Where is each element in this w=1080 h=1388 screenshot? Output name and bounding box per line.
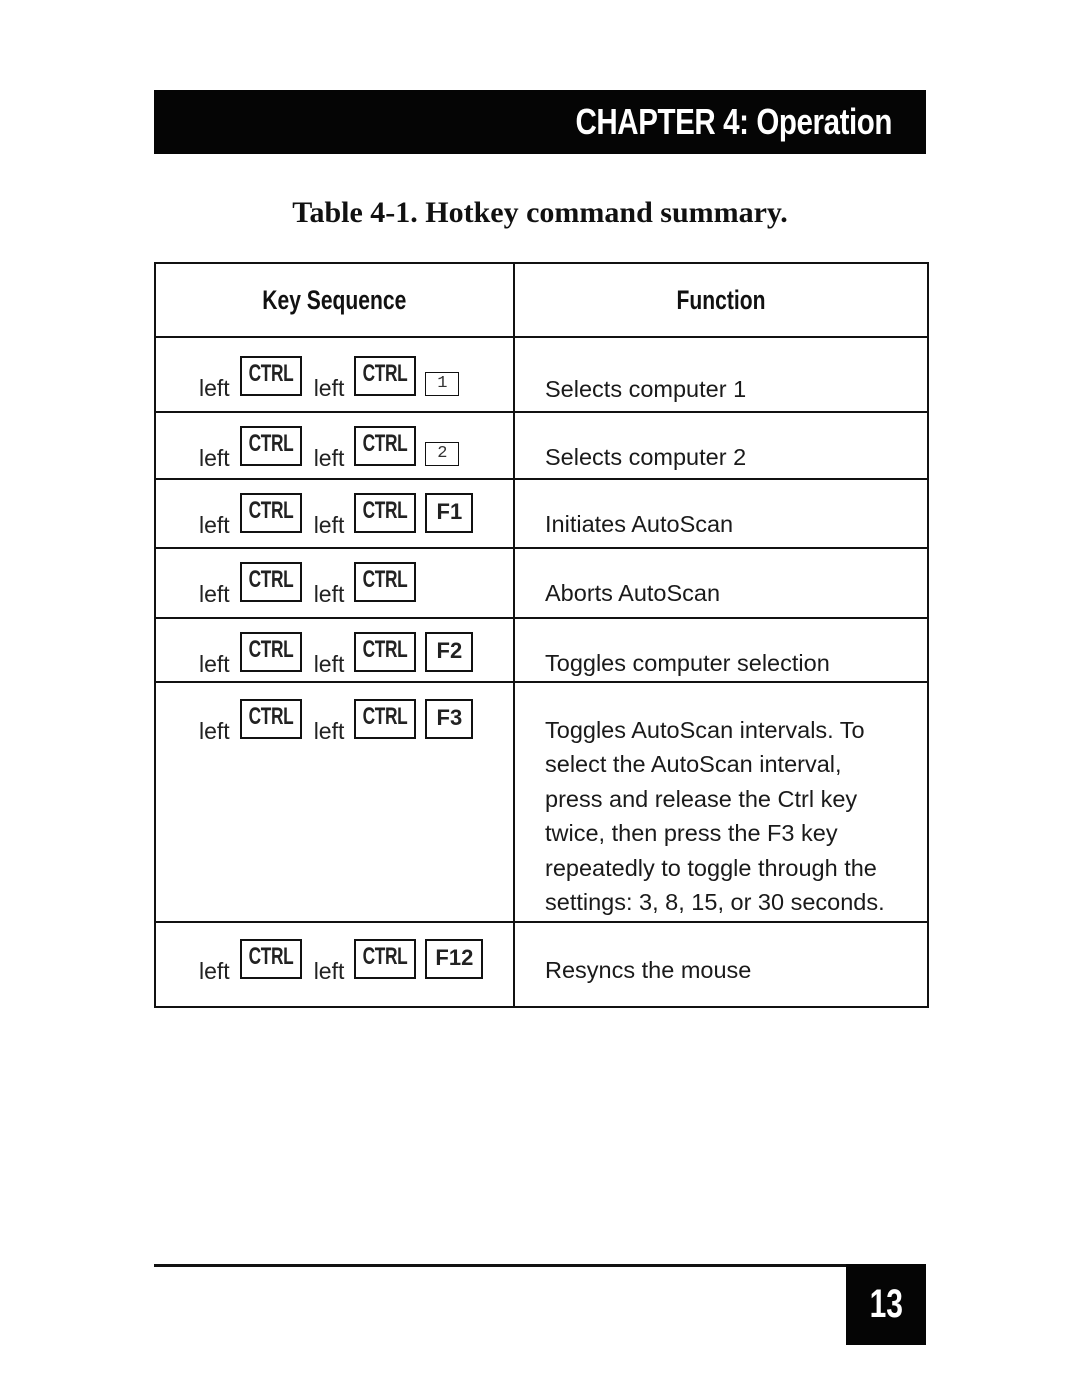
- function-description: Toggles AutoScan intervals. To select th…: [515, 683, 927, 919]
- key-label: CTRL: [363, 636, 408, 663]
- function-cell: Selects computer 2: [513, 411, 929, 480]
- description-line: select the AutoScan interval,: [545, 751, 842, 778]
- ctrl-key-icon: CTRL: [239, 356, 302, 396]
- f3-key-icon: F3: [425, 699, 474, 739]
- key-label: CTRL: [248, 497, 294, 524]
- modifier-side-label: left: [313, 958, 345, 984]
- table-row: left CTRL left CTRL F2 Toggles computer …: [154, 617, 929, 683]
- key-label: CTRL: [363, 497, 408, 524]
- column-header-label: Key Sequence: [262, 284, 407, 315]
- function-cell: Resyncs the mouse: [513, 921, 929, 1008]
- modifier-side-label: left: [199, 512, 230, 538]
- ctrl-key-icon: CTRL: [239, 939, 302, 979]
- key-sequence-cell: left CTRL left CTRL F2: [154, 617, 515, 683]
- key-sequence-cell: left CTRL left CTRL F12: [154, 921, 515, 1008]
- f2-key-icon: F2: [425, 632, 474, 672]
- modifier-side-label: left: [313, 581, 345, 607]
- ctrl-key-icon: CTRL: [354, 426, 417, 466]
- function-description: Selects computer 1: [545, 376, 747, 402]
- key-label: CTRL: [248, 703, 294, 730]
- key-label: CTRL: [248, 636, 294, 663]
- modifier-side-label: left: [313, 445, 345, 471]
- function-description: Aborts AutoScan: [545, 580, 721, 606]
- ctrl-key-icon: CTRL: [239, 632, 302, 672]
- ctrl-key-icon: CTRL: [354, 493, 417, 533]
- table-row: left CTRL left CTRL F1 Initiates AutoSca…: [154, 478, 929, 549]
- modifier-side-label: left: [313, 718, 345, 744]
- key-label: CTRL: [363, 943, 408, 970]
- description-line: twice, then press the F3 key: [545, 820, 838, 847]
- ctrl-key-icon: CTRL: [354, 939, 417, 979]
- modifier-side-label: left: [199, 375, 230, 401]
- modifier-side-label: left: [199, 445, 230, 471]
- number-key-2-icon: 2: [425, 442, 460, 466]
- modifier-side-label: left: [313, 651, 345, 677]
- number-key-1-icon: 1: [425, 372, 460, 396]
- table-header-row: Key Sequence Function: [154, 262, 929, 338]
- description-line: press and release the Ctrl key: [545, 785, 858, 812]
- key-label: CTRL: [363, 566, 408, 593]
- key-sequence-cell: left CTRL left CTRL 2: [154, 411, 515, 480]
- function-cell: Aborts AutoScan: [513, 547, 929, 619]
- function-cell: Initiates AutoScan: [513, 478, 929, 549]
- function-description: Initiates AutoScan: [545, 511, 734, 537]
- key-sequence-cell: left CTRL left CTRL F3: [154, 681, 515, 923]
- key-label: CTRL: [363, 703, 408, 730]
- ctrl-key-icon: CTRL: [354, 356, 417, 396]
- ctrl-key-icon: CTRL: [354, 699, 417, 739]
- ctrl-key-icon: CTRL: [354, 632, 417, 672]
- key-sequence-cell: left CTRL left CTRL F1: [154, 478, 515, 549]
- modifier-side-label: left: [199, 651, 230, 677]
- function-cell: Toggles AutoScan intervals. To select th…: [513, 681, 929, 923]
- table-row: left CTRL left CTRL 1 Selects computer 1: [154, 336, 929, 413]
- key-label: CTRL: [363, 430, 408, 457]
- column-header-label: Function: [676, 284, 766, 315]
- hotkey-table: Key Sequence Function left CTRL left CTR…: [154, 262, 929, 1008]
- footer-rule: [154, 1264, 846, 1267]
- key-sequence-cell: left CTRL left CTRL 1: [154, 336, 515, 413]
- key-label: CTRL: [248, 360, 294, 387]
- modifier-side-label: left: [313, 512, 345, 538]
- key-label: CTRL: [248, 943, 294, 970]
- key-sequence-cell: left CTRL left CTRL: [154, 547, 515, 619]
- table-row: left CTRL left CTRL F12 Resyncs the mous…: [154, 921, 929, 1008]
- function-cell: Toggles computer selection: [513, 617, 929, 683]
- f1-key-icon: F1: [425, 493, 474, 533]
- ctrl-key-icon: CTRL: [354, 562, 417, 602]
- description-line: Toggles AutoScan intervals. To: [545, 717, 865, 743]
- table-row: left CTRL left CTRL F3 Toggles AutoScan …: [154, 681, 929, 923]
- page-number-box: 13: [846, 1264, 926, 1345]
- table-row: left CTRL left CTRL 2 Selects computer 2: [154, 411, 929, 480]
- ctrl-key-icon: CTRL: [239, 562, 302, 602]
- table-caption: Table 4-1. Hotkey command summary.: [292, 196, 788, 229]
- ctrl-key-icon: CTRL: [239, 426, 302, 466]
- key-label: CTRL: [248, 430, 294, 457]
- modifier-side-label: left: [199, 718, 230, 744]
- modifier-side-label: left: [199, 958, 230, 984]
- chapter-header-bar: CHAPTER 4: Operation: [154, 90, 926, 154]
- function-description: Selects computer 2: [545, 444, 747, 470]
- modifier-side-label: left: [313, 375, 345, 401]
- table-row: left CTRL left CTRL Aborts AutoScan: [154, 547, 929, 619]
- function-cell: Selects computer 1: [513, 336, 929, 413]
- description-line: repeatedly to toggle through the: [545, 854, 877, 881]
- ctrl-key-icon: CTRL: [239, 699, 302, 739]
- function-description: Toggles computer selection: [545, 650, 830, 676]
- key-label: CTRL: [248, 566, 294, 593]
- description-line: settings: 3, 8, 15, or 30 seconds.: [545, 889, 885, 916]
- key-label: CTRL: [363, 360, 408, 387]
- modifier-side-label: left: [199, 581, 230, 607]
- f12-key-icon: F12: [425, 939, 484, 979]
- column-header-key-sequence: Key Sequence: [154, 262, 515, 338]
- ctrl-key-icon: CTRL: [239, 493, 302, 533]
- function-description: Resyncs the mouse: [545, 957, 752, 983]
- page-number: 13: [869, 1282, 903, 1326]
- column-header-function: Function: [513, 262, 929, 338]
- chapter-title: CHAPTER 4: Operation: [575, 101, 892, 142]
